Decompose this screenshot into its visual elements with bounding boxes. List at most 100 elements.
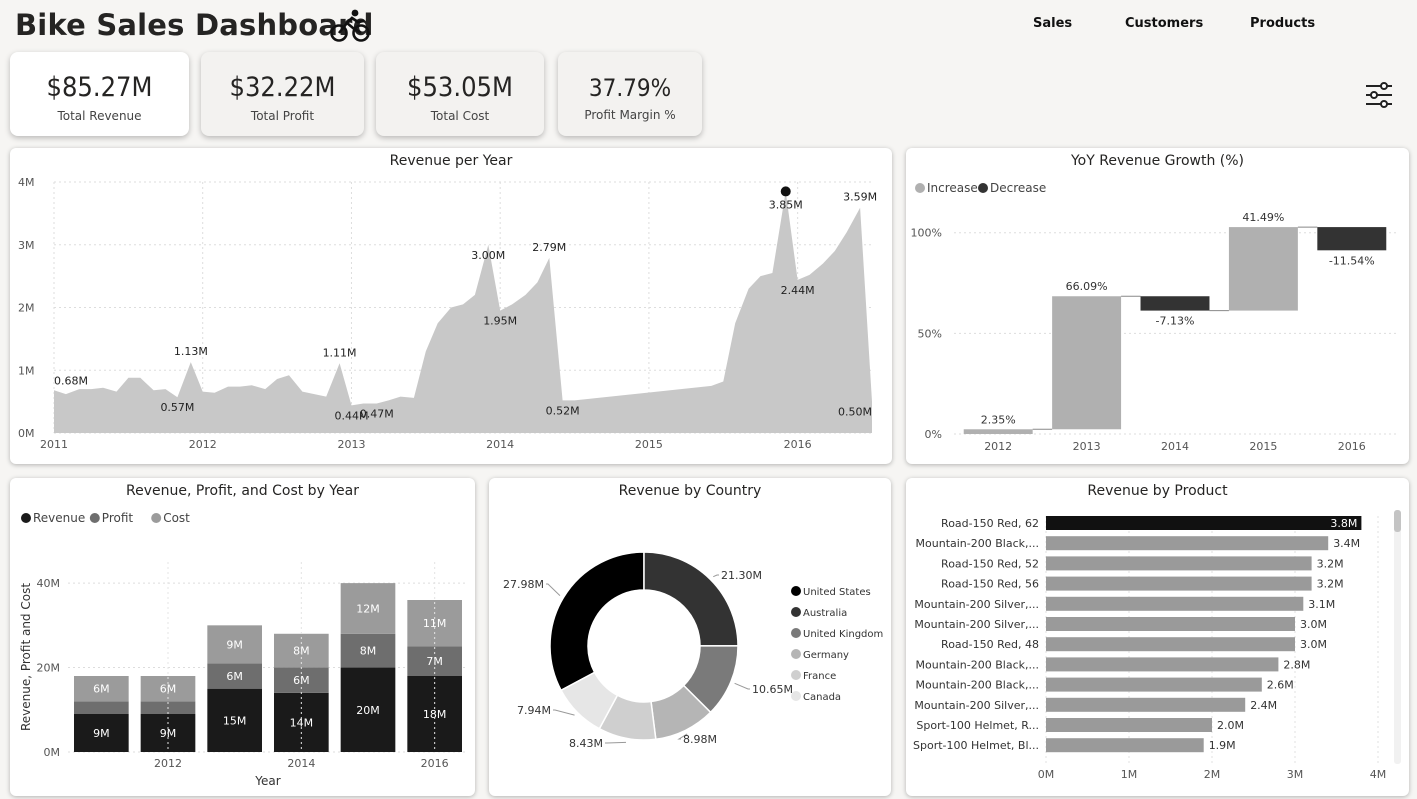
data-label: 15M <box>223 714 247 727</box>
data-label: 8M <box>360 645 377 658</box>
data-label: 3.2M <box>1317 557 1344 570</box>
x-tick-label: 2012 <box>189 438 217 451</box>
data-label: 66.09% <box>1066 280 1108 293</box>
data-label: 20M <box>356 704 380 717</box>
data-label: 8M <box>293 645 310 658</box>
legend-label: Canada <box>803 692 841 703</box>
legend-marker-decrease <box>978 183 988 193</box>
legend-label: Decrease <box>990 181 1046 195</box>
category-label: Mountain-200 Silver,... <box>914 598 1039 611</box>
product-bar <box>1046 556 1312 571</box>
category-label: Mountain-200 Black,... <box>916 537 1039 550</box>
revenue-profit-cost-chart: Revenue Profit Cost0M20M40M9M6M9M6M15M6M9M… <box>19 511 468 788</box>
waterfall-bar <box>1228 227 1298 311</box>
category-label: Mountain-200 Black,... <box>916 658 1039 671</box>
filter-icon[interactable] <box>1364 80 1394 110</box>
legend-label: Profit <box>102 511 134 525</box>
waterfall-bar <box>1052 296 1122 430</box>
legend-marker <box>791 586 801 596</box>
legend-marker <box>791 607 801 617</box>
x-axis-title: Year <box>254 774 280 788</box>
x-tick-label: 2015 <box>1249 440 1277 453</box>
revenue-area <box>54 191 872 433</box>
x-tick-label: 2016 <box>421 757 449 770</box>
legend-label: France <box>803 671 836 682</box>
peak-point <box>780 186 791 197</box>
data-label: 9M <box>226 638 243 651</box>
data-label: 8.98M <box>683 733 717 746</box>
nav-products[interactable]: Products <box>1250 16 1315 31</box>
kpi-value: $85.27M <box>46 72 153 103</box>
x-tick-label: 2M <box>1204 768 1221 781</box>
leader-line <box>546 583 561 596</box>
legend-marker <box>791 628 801 638</box>
data-label: 2.79M <box>532 241 566 254</box>
data-label: 3.59M <box>843 191 877 204</box>
y-tick-label: 50% <box>918 327 942 340</box>
x-tick-label: 2016 <box>784 438 812 451</box>
data-label: 27.98M <box>503 578 544 591</box>
data-label: 3.4M <box>1333 537 1360 550</box>
data-label: -11.54% <box>1329 254 1375 267</box>
legend-label: United Kingdom <box>803 629 883 640</box>
bike-icon <box>330 9 370 42</box>
x-tick-label: 2014 <box>287 757 315 770</box>
data-label: 3.2M <box>1317 578 1344 591</box>
x-tick-label: 0M <box>1038 768 1055 781</box>
leader-line <box>605 741 627 744</box>
data-label: 8.43M <box>569 737 603 750</box>
x-tick-label: 2013 <box>1073 440 1101 453</box>
data-label: 1.95M <box>483 315 517 328</box>
leader-line <box>713 574 719 578</box>
y-tick-label: 0% <box>925 428 942 441</box>
revenue-by-product-panel: Revenue by Product 0M 1M 2M 3M 4M Road-150 Re… <box>906 478 1409 796</box>
y-tick-label: 3M <box>18 239 35 252</box>
scrollbar-track[interactable] <box>1394 510 1401 764</box>
revenue-by-product-chart: 0M 1M 2M 3M 4M Road-150 Red, 62 3.8M Mountain-2… <box>913 510 1401 781</box>
yoy-growth-panel: YoY Revenue Growth (%) Increase Decrease 0… <box>906 148 1409 464</box>
data-label: 12M <box>356 602 380 615</box>
y-tick-label: 40M <box>37 577 61 590</box>
scrollbar-thumb[interactable] <box>1394 510 1401 532</box>
legend-label: Increase <box>927 181 978 195</box>
product-bar <box>1046 576 1312 591</box>
data-label: 1.11M <box>323 346 357 359</box>
x-tick-label: 2015 <box>635 438 663 451</box>
legend-marker <box>21 513 31 523</box>
x-tick-label: 2016 <box>1338 440 1366 453</box>
data-label: 7.94M <box>517 704 551 717</box>
legend-label: United States <box>803 587 871 598</box>
revenue-profit-cost-panel: Revenue, Profit, and Cost by Year Revenu… <box>10 478 475 796</box>
x-tick-label: 2013 <box>337 438 365 451</box>
product-bar <box>1046 657 1279 672</box>
x-tick-label: 2014 <box>1161 440 1189 453</box>
data-label: 1.13M <box>174 345 208 358</box>
category-label: Road-150 Red, 52 <box>941 557 1039 570</box>
x-tick-label: 3M <box>1287 768 1304 781</box>
data-label: 41.49% <box>1242 211 1284 224</box>
nav-sales[interactable]: Sales <box>1033 16 1072 31</box>
data-label: 3.00M <box>471 249 505 262</box>
data-label: 6M <box>226 670 243 683</box>
revenue-per-year-panel: Revenue per Year 0M 1M 2M 3M 4M 2011 2012 2013 2… <box>10 148 892 464</box>
legend-marker-increase <box>915 183 925 193</box>
data-label: 2.4M <box>1250 699 1277 712</box>
product-bar <box>1046 536 1329 551</box>
data-label: 3.0M <box>1300 618 1327 631</box>
revenue-by-country-panel: Revenue by Country 27.98M 21.30M 10.65M 8.9… <box>489 478 891 796</box>
data-label: 1.9M <box>1209 739 1236 752</box>
data-label: 0.50M <box>838 406 872 419</box>
nav-customers[interactable]: Customers <box>1125 16 1203 31</box>
y-tick-label: 100% <box>911 227 942 240</box>
category-label: Mountain-200 Silver,... <box>914 618 1039 631</box>
kpi-label: Profit Margin % <box>584 108 676 122</box>
legend-marker <box>151 513 162 523</box>
legend-label: Cost <box>163 511 190 525</box>
data-label: 2.8M <box>1283 658 1310 671</box>
y-axis-title: Revenue, Profit and Cost <box>19 583 33 731</box>
data-label: 2.0M <box>1217 719 1244 732</box>
x-tick-label: 1M <box>1121 768 1138 781</box>
kpi-total-revenue: $85.27M Total Revenue <box>10 52 189 136</box>
x-tick-label: 4M <box>1370 768 1387 781</box>
kpi-total-profit: $32.22M Total Profit <box>201 52 364 136</box>
